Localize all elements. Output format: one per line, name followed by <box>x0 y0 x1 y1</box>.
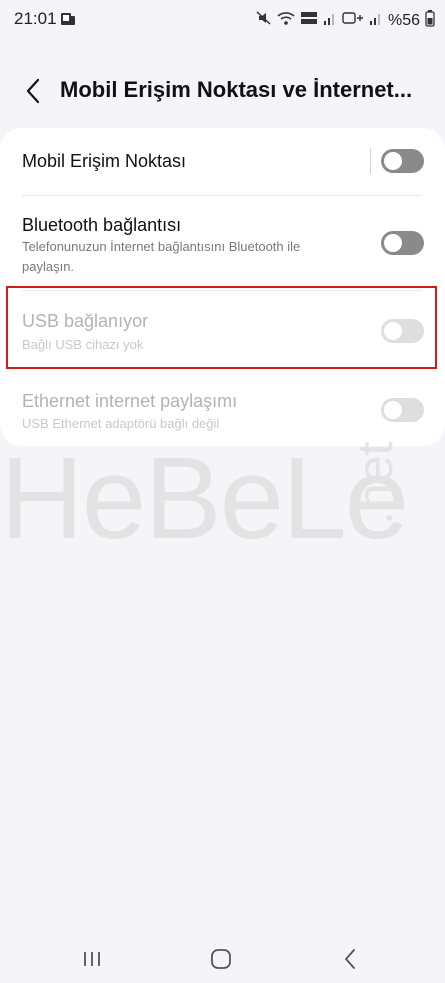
svg-text:.net: .net <box>347 441 403 525</box>
setting-row-bluetooth[interactable]: Bluetooth bağlantısı Telefonunuzun İnter… <box>0 196 445 288</box>
status-time: 21:01 <box>14 9 57 28</box>
toggle-knob <box>384 401 402 419</box>
back-button[interactable] <box>18 74 48 108</box>
hd-icon <box>342 10 364 31</box>
signal-icon <box>323 10 337 31</box>
recents-icon <box>84 952 100 966</box>
mute-icon <box>256 10 272 31</box>
home-icon <box>211 949 231 969</box>
navigation-bar <box>0 935 445 983</box>
toggle-knob <box>384 234 402 252</box>
ethernet-toggle <box>381 398 424 422</box>
setting-subtitle: Telefonunuzun İnternet bağlantısını Blue… <box>22 239 301 274</box>
setting-subtitle: USB Ethernet adaptörü bağlı değil <box>22 416 220 431</box>
wifi-icon <box>277 10 295 31</box>
back-nav-button[interactable] <box>330 943 370 975</box>
chevron-left-icon <box>26 78 40 104</box>
highlight-box <box>6 286 437 369</box>
screenshot-notification-icon <box>60 11 76 32</box>
setting-title: Bluetooth bağlantısı <box>22 215 182 235</box>
battery-level: %56 <box>387 11 420 29</box>
bluetooth-toggle[interactable] <box>381 231 424 255</box>
signal-icon <box>369 10 383 31</box>
back-icon <box>345 949 355 969</box>
hotspot-toggle[interactable] <box>381 149 424 173</box>
setting-row-hotspot[interactable]: Mobil Erişim Noktası <box>0 128 445 194</box>
status-bar: 21:01 %56 <box>0 0 445 40</box>
page-title: Mobil Erişim Noktası ve İnternet... <box>60 77 413 102</box>
setting-title: Ethernet internet paylaşımı <box>22 391 238 411</box>
status-icons: %56 <box>256 9 435 32</box>
watermark-logo: HeBeLe .net <box>0 440 409 550</box>
toggle-knob <box>384 152 402 170</box>
setting-row-ethernet: Ethernet internet paylaşımı USB Ethernet… <box>0 369 445 446</box>
home-button[interactable] <box>201 943 241 975</box>
volte-icon <box>300 10 318 31</box>
battery-icon <box>425 9 435 32</box>
recents-button[interactable] <box>72 943 112 975</box>
header: Mobil Erişim Noktası ve İnternet... <box>0 60 445 122</box>
setting-title: Mobil Erişim Noktası <box>22 151 187 171</box>
vertical-divider <box>370 148 371 174</box>
